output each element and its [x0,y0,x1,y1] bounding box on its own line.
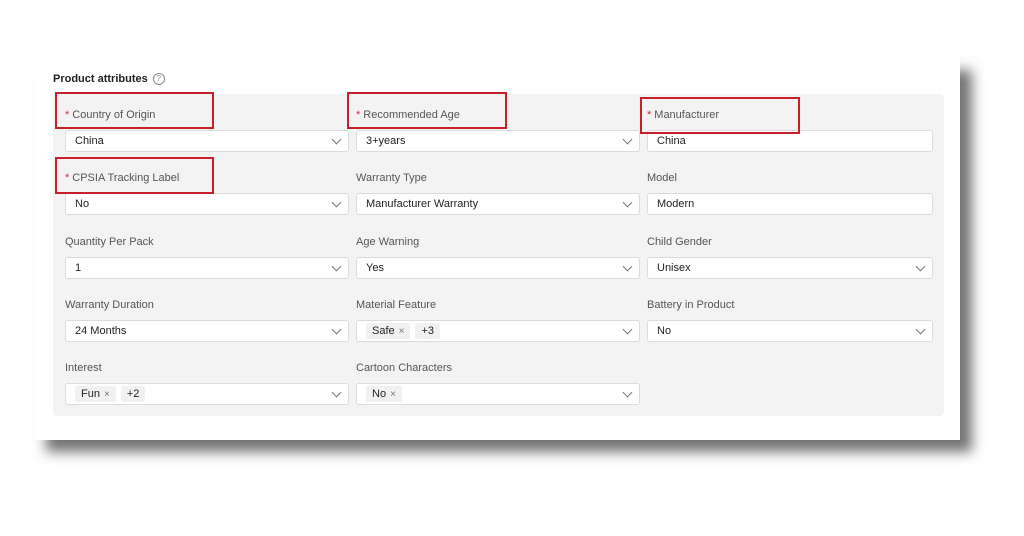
highlight-box-country-of-origin [55,92,214,129]
chevron-down-icon [331,197,342,208]
highlight-box-cpsia-tracking-label [55,157,214,194]
tag-label: Safe [372,325,395,337]
warranty-type-select[interactable]: Manufacturer Warranty [356,193,640,215]
section-title-text: Product attributes [53,73,148,85]
chevron-down-icon [622,197,633,208]
tag-label: Fun [81,388,100,400]
chevron-down-icon [622,387,633,398]
field-quantity-per-pack: Quantity Per Pack 1 [65,235,351,279]
section-title: Product attributes ? [53,73,165,85]
select-value: Yes [366,262,384,274]
chevron-down-icon [915,261,926,272]
field-label: Cartoon Characters [356,362,452,374]
field-label: Model [647,172,677,184]
battery-in-product-select[interactable]: No [647,320,933,342]
input-value: China [657,135,686,147]
field-warranty-duration: Warranty Duration 24 Months [65,298,351,342]
tag-chip: No × [366,386,402,402]
chevron-down-icon [331,261,342,272]
model-input[interactable]: Modern [647,193,933,215]
field-label: Age Warning [356,236,420,248]
select-value: Manufacturer Warranty [366,198,479,210]
field-label: Material Feature [356,299,437,311]
chevron-down-icon [622,134,633,145]
cartoon-characters-multiselect[interactable]: No × [356,383,640,405]
input-value: Modern [657,198,695,210]
country-of-origin-select[interactable]: China [65,130,349,152]
quantity-per-pack-select[interactable]: 1 [65,257,349,279]
field-label: Interest [65,362,102,374]
chevron-down-icon [915,324,926,335]
more-tags-count: +2 [120,386,146,402]
select-value: 3+years [366,135,406,147]
field-label: Child Gender [647,236,712,248]
chevron-down-icon [331,134,342,145]
help-icon[interactable]: ? [152,73,165,85]
material-feature-multiselect[interactable]: Safe × +3 [356,320,640,342]
tag-chip: Fun × [75,386,116,402]
field-warranty-type: Warranty Type Manufacturer Warranty [356,171,642,215]
cpsia-tracking-label-select[interactable]: No [65,193,349,215]
tag-label: No [372,388,387,400]
close-icon[interactable]: × [399,326,405,337]
warranty-duration-select[interactable]: 24 Months [65,320,349,342]
field-label: Warranty Type [356,172,427,184]
chevron-down-icon [622,261,633,272]
tag-chip: Safe × [366,323,411,339]
select-value: No [657,325,672,337]
field-label: Quantity Per Pack [65,236,154,248]
field-label: Warranty Duration [65,299,154,311]
field-battery-in-product: Battery in Product No [647,298,933,342]
field-child-gender: Child Gender Unisex [647,235,933,279]
age-warning-select[interactable]: Yes [356,257,640,279]
more-tags-count: +3 [415,323,441,339]
highlight-box-manufacturer [640,97,800,134]
field-material-feature: Material Feature Safe × +3 [356,298,642,342]
select-value: China [75,135,104,147]
select-value: Unisex [657,262,691,274]
field-model: Model Modern [647,171,933,215]
field-label: Battery in Product [647,299,735,311]
select-value: 1 [75,262,82,274]
select-value: 24 Months [75,325,127,337]
close-icon[interactable]: × [104,389,110,400]
chevron-down-icon [331,387,342,398]
chevron-down-icon [622,324,633,335]
chevron-down-icon [331,324,342,335]
highlight-box-recommended-age [347,92,507,129]
interest-multiselect[interactable]: Fun × +2 [65,383,349,405]
child-gender-select[interactable]: Unisex [647,257,933,279]
field-age-warning: Age Warning Yes [356,235,642,279]
close-icon[interactable]: × [390,389,396,400]
field-interest: Interest Fun × +2 [65,361,351,405]
attributes-panel: * Country of Origin China * Recommended Ag… [53,94,944,416]
select-value: No [75,198,90,210]
recommended-age-select[interactable]: 3+years [356,130,640,152]
field-cartoon-characters: Cartoon Characters No × [356,361,642,405]
